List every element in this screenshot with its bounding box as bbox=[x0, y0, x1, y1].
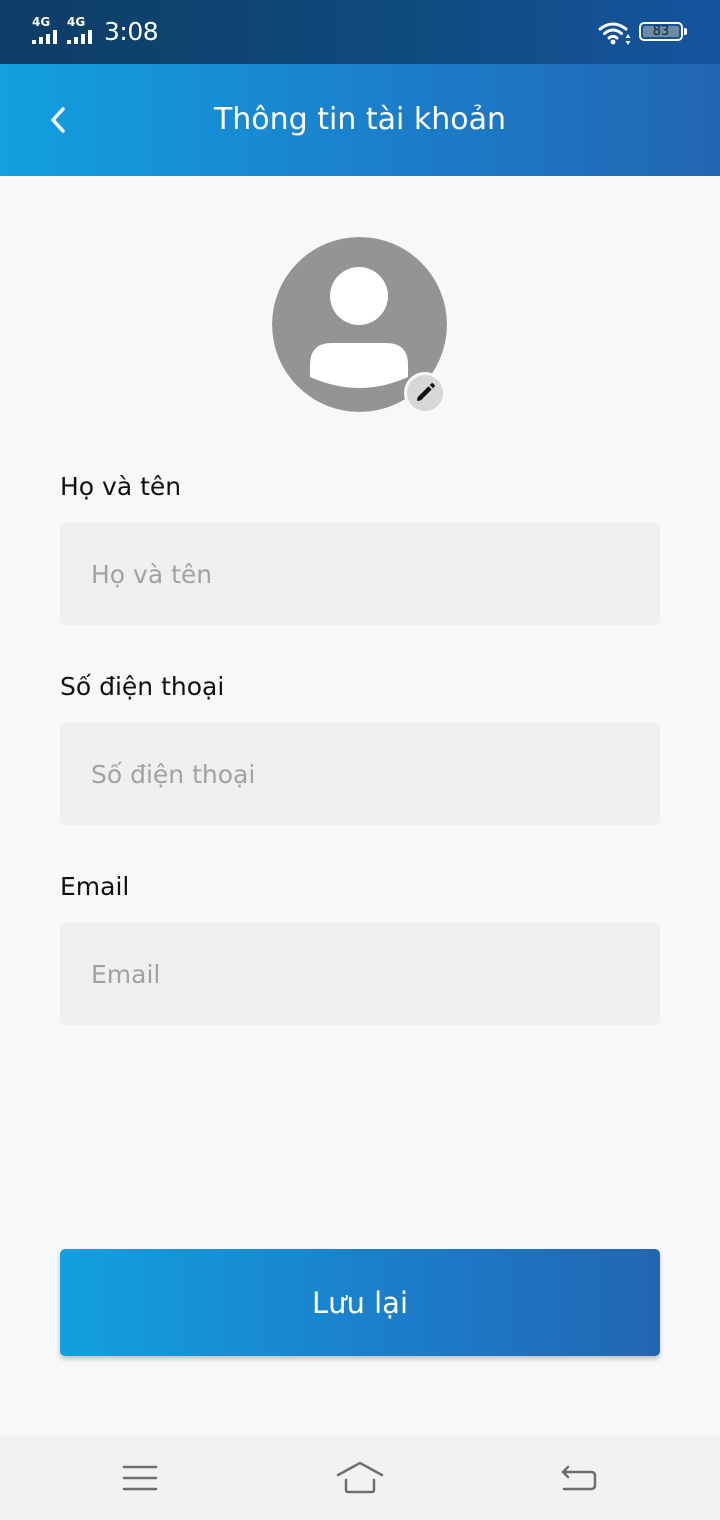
network-type-label: 4G bbox=[67, 15, 86, 29]
clock: 3:08 bbox=[104, 17, 159, 46]
battery-icon: 83 bbox=[639, 22, 683, 41]
back-nav-button[interactable] bbox=[552, 1452, 604, 1504]
phone-label: Số điện thoại bbox=[60, 672, 225, 701]
battery-level: 83 bbox=[652, 24, 670, 39]
wifi-icon bbox=[598, 22, 631, 45]
home-button[interactable] bbox=[334, 1452, 386, 1504]
system-nav-bar bbox=[0, 1436, 720, 1520]
menu-button[interactable] bbox=[114, 1452, 166, 1504]
edit-avatar-button[interactable] bbox=[404, 372, 446, 414]
back-icon bbox=[561, 1465, 597, 1491]
phone-input[interactable] bbox=[60, 723, 660, 825]
battery-tip bbox=[684, 28, 687, 35]
full-name-input[interactable] bbox=[60, 523, 660, 625]
page-title: Thông tin tài khoản bbox=[213, 102, 507, 137]
menu-icon bbox=[122, 1465, 158, 1491]
app-header: Thông tin tài khoản bbox=[0, 64, 720, 176]
email-input[interactable] bbox=[60, 923, 660, 1025]
status-bar: 4G 4G 3:08 83 bbox=[0, 0, 720, 64]
email-label: Email bbox=[60, 872, 130, 901]
save-button[interactable]: Lưu lại bbox=[60, 1249, 660, 1356]
full-name-label: Họ và tên bbox=[60, 472, 182, 501]
pencil-icon bbox=[417, 383, 435, 401]
home-icon bbox=[336, 1461, 384, 1494]
network-type-label: 4G bbox=[32, 15, 51, 29]
